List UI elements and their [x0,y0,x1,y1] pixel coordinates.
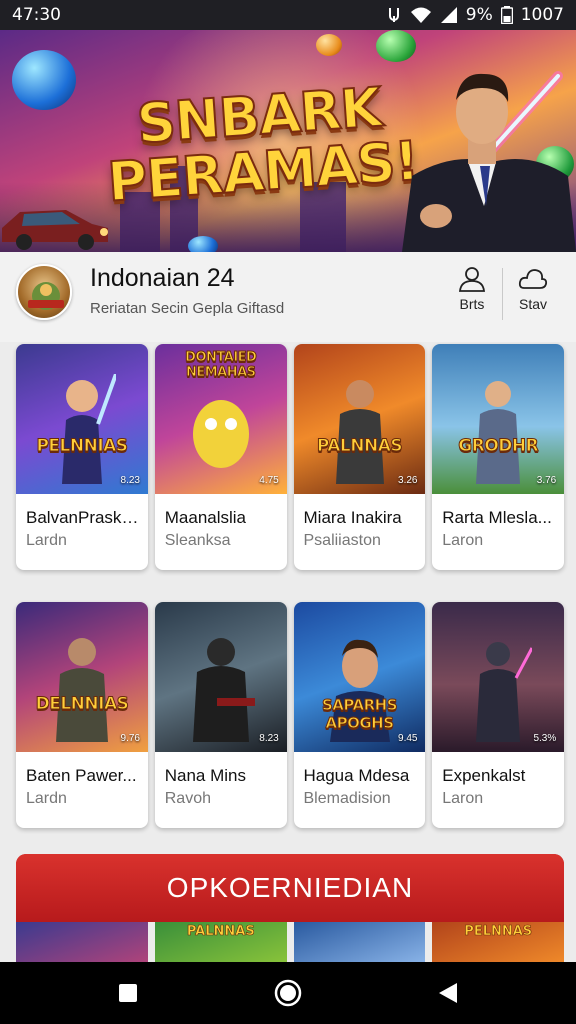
promo-thumbnail-strip: PALNNAS PELNNAS [16,922,564,964]
home-circle-icon [274,979,302,1007]
game-title: BalvanPraska... [26,508,142,527]
game-logo: GRODHR [458,436,539,457]
game-logo: PELNNIAS [36,436,129,457]
promo-section[interactable]: OPKOERNIEDIAN PALNNAS PELNNAS [16,854,564,964]
person-icon [459,267,485,292]
game-subtitle: Lardn [26,790,67,807]
game-logo: DONTAIED NEMAHAS [185,350,258,381]
battery-icon [500,6,513,24]
game-logo: DELNNIAS [35,694,129,715]
game-subtitle: Ravoh [164,790,211,807]
game-card[interactable]: PELNNIAS 8.23 BalvanPraska... Lardn [16,344,148,570]
cloud-icon [518,269,548,289]
profile-subtitle: Reriatan Secin Gepla Giftasd [90,300,285,317]
back-button[interactable] [418,962,478,1024]
game-thumbnail: PALNNAS 3.26 [293,344,426,494]
character-figure [56,638,108,742]
game-thumbnail: DELNNIAS 9.76 [16,602,148,752]
game-thumbnail: 5.3% [432,602,564,752]
game-subtitle: Laron [442,790,484,807]
profile-header: Indonaian 24 Reriatan Secin Gepla Giftas… [0,252,576,342]
recents-button[interactable] [98,962,158,1024]
gem-orb-blue [12,50,76,110]
game-thumbnail: SAPARHS APOGHS 9.45 [293,602,426,752]
status-bar: 47:30 9% 1007 [0,0,576,30]
character-figure [476,381,521,484]
gem-orb-blue [188,236,218,252]
promo-title: OPKOERNIEDIAN [16,854,564,922]
profile-action-label: Stav [518,296,547,312]
character-figure [335,380,384,484]
game-card[interactable]: GRODHR 3.76 Rarta Mlesla... Laron [432,344,564,570]
gem-orb-green [376,30,416,62]
system-navigation-bar [0,962,576,1024]
rating: 9.76 [120,733,140,744]
game-subtitle: Laron [442,532,484,549]
game-subtitle: Psaliiaston [303,532,381,549]
game-thumbnail: PELNNIAS 8.23 [16,344,148,494]
rating: 9.45 [398,733,418,744]
signal-icon [440,6,458,24]
profile-action-person[interactable]: Brts [442,266,502,312]
rating: 3.26 [398,475,418,486]
back-triangle-icon [439,983,457,1003]
game-card[interactable]: DELNNIAS 9.76 Baten Pawer... Lardn [16,602,148,828]
promo-thumbnail[interactable]: PALNNAS [154,922,287,964]
game-grid-row-2: DELNNIAS 9.76 Baten Pawer... Lardn 8.23 … [16,602,564,828]
character-figure [192,638,255,742]
rating: 4.75 [259,475,279,486]
profile-action-label: Brts [459,296,485,312]
status-time: 47:30 [12,5,61,25]
game-thumbnail: DONTAIED NEMAHAS 4.75 [154,344,287,494]
recents-square-icon [119,984,137,1002]
game-subtitle: Lardn [26,532,67,549]
promo-thumbnail-label: PELNNAS [464,924,533,940]
game-title: Miara Inakira [303,508,402,527]
hero-character-illustration [402,71,576,252]
profile-action-cloud[interactable]: Stav [503,266,563,312]
gem-orb-orange [316,34,342,56]
game-title: Hagua Mdesa [303,766,410,785]
game-card[interactable]: SAPARHS APOGHS 9.45 Hagua Mdesa Blemadis… [293,602,426,828]
game-subtitle: Blemadision [303,790,391,807]
hero-banner[interactable]: SNBARK PERAMAS! [0,30,576,252]
car-illustration [2,210,108,250]
game-title: Rarta Mlesla... [442,508,552,527]
game-grid-row-1: PELNNIAS 8.23 BalvanPraska... Lardn DONT… [16,344,564,570]
channel-logo-icon [28,282,64,310]
game-title: Nana Mins [164,766,247,785]
promo-thumbnail-label: PALNNAS [186,924,255,940]
profile-name: Indonaian 24 [90,264,235,292]
character-figure [62,374,116,484]
rating: 8.23 [120,475,140,486]
game-logo: SAPARHS APOGHS [321,696,398,733]
promo-thumbnail[interactable]: PELNNAS [432,922,564,964]
game-card[interactable]: PALNNAS 3.26 Miara Inakira Psaliiaston [293,344,426,570]
game-title: Expenkalst [442,766,526,785]
wifi-icon [410,6,432,24]
rating: 5.3% [533,733,557,744]
game-card[interactable]: 5.3% Expenkalst Laron [432,602,564,828]
game-subtitle: Sleanksa [164,532,231,549]
avatar[interactable] [16,264,72,320]
battery-percent: 9% [465,5,493,25]
promo-thumbnail[interactable] [293,922,426,964]
character-figure [476,642,533,742]
status-extra: 1007 [520,5,564,25]
vpn-key-icon [386,6,402,24]
rating: 3.76 [536,475,557,486]
promo-thumbnail[interactable] [16,922,148,964]
game-card[interactable]: DONTAIED NEMAHAS 4.75 Maanalslia Sleanks… [154,344,287,570]
game-logo: PALNNAS [316,436,403,457]
character-figure [192,400,249,468]
game-title: Baten Pawer... [26,766,137,785]
game-thumbnail: GRODHR 3.76 [432,344,564,494]
game-thumbnail: 8.23 [154,602,287,752]
game-title: Maanalslia [164,508,247,527]
home-button[interactable] [258,962,318,1024]
game-card[interactable]: 8.23 Nana Mins Ravoh [154,602,287,828]
rating: 8.23 [259,733,279,744]
